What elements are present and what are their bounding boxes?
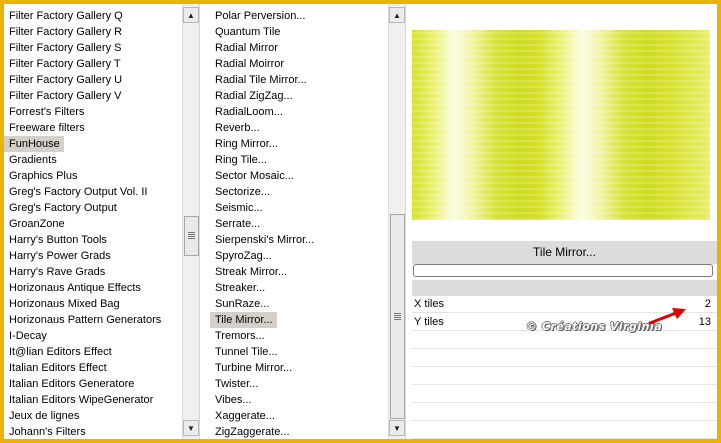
list-item[interactable]: Filter Factory Gallery V <box>4 88 125 104</box>
list-item[interactable]: Turbine Mirror... <box>210 360 296 376</box>
list-item[interactable]: Xaggerate... <box>210 408 279 424</box>
empty-param-row <box>412 332 717 349</box>
filter-list[interactable]: Polar Perversion... Quantum Tile Radial Mi… <box>210 4 406 439</box>
list-item[interactable]: It@lian Editors Effect <box>4 344 116 360</box>
list-item[interactable]: Greg's Factory Output <box>4 200 121 216</box>
list-item[interactable]: Ring Mirror... <box>210 136 282 152</box>
grip-icon <box>188 232 195 240</box>
empty-param-row <box>412 350 717 367</box>
list-item[interactable]: Streak Mirror... <box>210 264 291 280</box>
scroll-up-icon[interactable]: ▲ <box>389 7 405 23</box>
list-item[interactable]: Polar Perversion... <box>210 8 309 24</box>
category-list[interactable]: Filter Factory Gallery Q Filter Factory G… <box>4 4 200 439</box>
scroll-thumb[interactable] <box>184 215 199 256</box>
param-value[interactable]: 2 <box>705 296 711 313</box>
list-item[interactable]: Radial ZigZag... <box>210 88 297 104</box>
watermark-text: © Créations Virginia <box>526 320 663 333</box>
list-item[interactable]: Filter Factory Gallery R <box>4 24 126 40</box>
filter-dialog: Filter Factory Gallery Q Filter Factory G… <box>4 4 717 439</box>
scroll-down-icon[interactable]: ▼ <box>183 420 199 436</box>
empty-param-row <box>412 404 717 421</box>
list-item[interactable]: FunHouse <box>4 136 64 152</box>
list-item[interactable]: Tremors... <box>210 328 269 344</box>
list-item[interactable]: Italian Editors Effect <box>4 360 111 376</box>
list-item[interactable]: Harry's Rave Grads <box>4 264 109 280</box>
list-item[interactable]: Radial Moirror <box>210 56 288 72</box>
list-item[interactable]: Twister... <box>210 376 262 392</box>
list-item[interactable]: RadialLoom... <box>210 104 287 120</box>
category-scrollbar[interactable]: ▲ ▼ <box>182 4 199 439</box>
list-item[interactable]: Streaker... <box>210 280 269 296</box>
scroll-up-icon[interactable]: ▲ <box>183 7 199 23</box>
empty-param-row <box>412 368 717 385</box>
list-item[interactable]: Horizonaus Pattern Generators <box>4 312 165 328</box>
param-value[interactable]: 13 <box>699 314 711 331</box>
list-item[interactable]: Tunnel Tile... <box>210 344 282 360</box>
list-item[interactable]: Serrate... <box>210 216 264 232</box>
empty-param-row <box>412 386 717 403</box>
list-item[interactable]: Filter Factory Gallery U <box>4 72 126 88</box>
list-item[interactable]: Harry's Button Tools <box>4 232 111 248</box>
list-item[interactable]: Italian Editors Generatore <box>4 376 138 392</box>
red-arrow-icon <box>648 308 686 325</box>
list-item[interactable]: Harry's Power Grads <box>4 248 115 264</box>
list-item[interactable]: Vibes... <box>210 392 256 408</box>
list-item[interactable]: Horizonaus Antique Effects <box>4 280 145 296</box>
param-label: X tiles <box>414 298 444 310</box>
list-item[interactable]: Filter Factory Gallery T <box>4 56 125 72</box>
list-item[interactable]: Italian Editors WipeGenerator <box>4 392 157 408</box>
list-item[interactable]: Filter Factory Gallery Q <box>4 8 127 24</box>
list-item[interactable]: Sierpenski's Mirror... <box>210 232 318 248</box>
scroll-thumb[interactable] <box>390 214 405 419</box>
separator-band <box>412 280 717 296</box>
list-item[interactable]: Jeux de lignes <box>4 408 83 424</box>
list-item[interactable]: SpyroZag... <box>210 248 276 264</box>
list-item[interactable]: Seismic... <box>210 200 267 216</box>
list-item[interactable]: Freeware filters <box>4 120 89 136</box>
list-item[interactable]: Sector Mosaic... <box>210 168 298 184</box>
list-item[interactable]: Sectorize... <box>210 184 274 200</box>
filter-panel: Tile Mirror... X tiles 2 Y tiles 13 <box>410 4 717 439</box>
list-item[interactable]: Reverb... <box>210 120 264 136</box>
list-item[interactable]: Radial Tile Mirror... <box>210 72 311 88</box>
list-item[interactable]: Tile Mirror... <box>210 312 277 328</box>
grip-icon <box>394 313 401 320</box>
arrow-shaft <box>648 311 678 325</box>
filter-title: Tile Mirror... <box>412 241 717 264</box>
list-item[interactable]: Ring Tile... <box>210 152 271 168</box>
list-item[interactable]: GroanZone <box>4 216 69 232</box>
scroll-down-icon[interactable]: ▼ <box>389 420 405 436</box>
list-item[interactable]: ZigZaggerate... <box>210 424 294 439</box>
category-items: Filter Factory Gallery Q Filter Factory G… <box>4 8 165 439</box>
progress-bar <box>413 264 713 277</box>
list-item[interactable]: Horizonaus Mixed Bag <box>4 296 124 312</box>
filter-items: Polar Perversion... Quantum Tile Radial Mi… <box>210 8 318 439</box>
filter-scrollbar[interactable]: ▲ ▼ <box>388 4 405 439</box>
list-item[interactable]: Gradients <box>4 152 61 168</box>
empty-param-row <box>412 422 717 439</box>
list-item[interactable]: I-Decay <box>4 328 51 344</box>
list-item[interactable]: Graphics Plus <box>4 168 81 184</box>
list-item[interactable]: Filter Factory Gallery S <box>4 40 125 56</box>
list-item[interactable]: SunRaze... <box>210 296 273 312</box>
list-item[interactable]: Greg's Factory Output Vol. II <box>4 184 151 200</box>
list-item[interactable]: Forrest's Filters <box>4 104 88 120</box>
list-item[interactable]: Radial Mirror <box>210 40 282 56</box>
list-item[interactable]: Quantum Tile <box>210 24 284 40</box>
param-label: Y tiles <box>414 316 444 328</box>
preview-image <box>412 30 710 220</box>
list-item[interactable]: Johann's Filters <box>4 424 90 439</box>
